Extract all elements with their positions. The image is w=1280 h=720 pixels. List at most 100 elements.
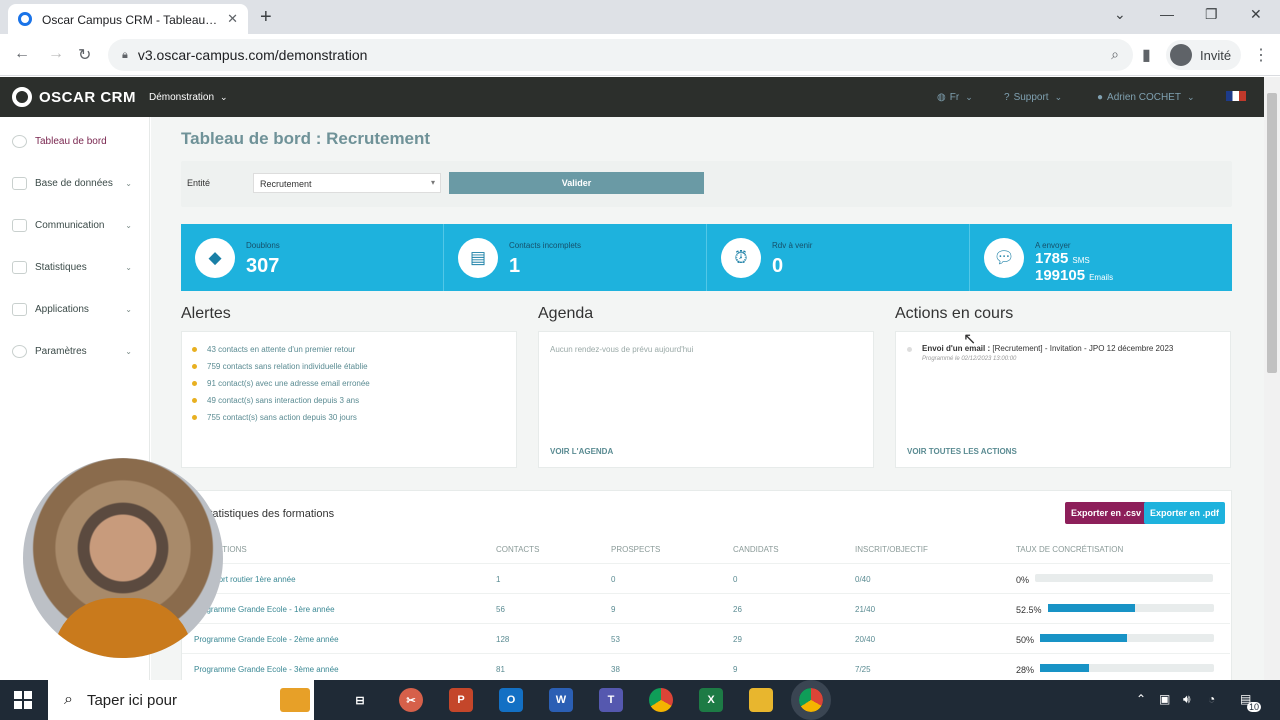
address-bar[interactable]: 🔒︎ v3.oscar-campus.com/demonstration ⌕ (108, 39, 1133, 71)
notification-badge: 10 (1247, 702, 1262, 712)
bullet-icon (192, 347, 197, 352)
sidebar-item-communication[interactable]: Communication ⌄ (12, 219, 140, 232)
teams-icon[interactable]: T (599, 688, 623, 712)
chevron-down-icon: ⌄ (125, 179, 132, 188)
email-count: 199105 Emails (1035, 267, 1114, 284)
table-row[interactable]: Programme Grande Ecole - 2ème année 128 … (182, 623, 1230, 653)
flag-icon[interactable] (1226, 91, 1246, 101)
actions-link[interactable]: VOIR TOUTES LES ACTIONS (907, 447, 1017, 456)
side-panel-icon[interactable]: ▮ (1142, 45, 1151, 65)
alert-item[interactable]: 49 contact(s) sans interaction depuis 3 … (192, 396, 359, 405)
sidebar-item-database[interactable]: Base de données ⌄ (12, 177, 140, 190)
app-header: OSCAR CRM Démonstration ◍ Fr ? Support ●… (0, 77, 1264, 117)
word-icon[interactable]: W (549, 688, 573, 712)
cell-taux: 0% (1016, 575, 1030, 585)
entity-select[interactable]: Recrutement (253, 173, 441, 193)
export-pdf-button[interactable]: Exporter en .pdf (1144, 502, 1226, 524)
restore-icon[interactable]: ❐ (1205, 6, 1218, 23)
url-text[interactable]: v3.oscar-campus.com/demonstration (138, 47, 368, 63)
alert-item[interactable]: 91 contact(s) avec une adresse email err… (192, 379, 370, 388)
stat-doublons[interactable]: ◆ Doublons 307 (181, 224, 444, 291)
task-view-icon[interactable]: ⊟ (348, 688, 372, 712)
browser-toolbar: ← → ↻ 🔒︎ v3.oscar-campus.com/demonstrati… (0, 34, 1280, 76)
page-title: Tableau de bord : Recrutement (181, 129, 431, 148)
language-dropdown[interactable]: ◍ Fr (937, 92, 973, 103)
minimize-icon[interactable]: — (1160, 6, 1174, 22)
close-icon[interactable]: ✕ (227, 11, 238, 27)
chrome-active-icon[interactable] (791, 680, 831, 720)
col-contacts[interactable]: CONTACTS (496, 545, 539, 554)
lock-icon[interactable]: 🔒︎ (122, 49, 128, 62)
powerpoint-icon[interactable]: P (449, 688, 473, 712)
validate-button[interactable]: Valider (449, 172, 704, 194)
sidebar-item-settings[interactable]: Paramètres ⌄ (12, 345, 140, 358)
profile-button[interactable]: Invité (1166, 40, 1242, 70)
chevron-down-icon: ⌄ (125, 305, 132, 314)
sidebar-item-dashboard[interactable]: Tableau de bord (12, 135, 140, 148)
reload-icon[interactable]: ↻ (78, 45, 91, 65)
page-scrollbar[interactable] (1264, 77, 1280, 680)
action-item[interactable]: Envoi d'un email : [Recrutement] - Invit… (907, 344, 1173, 362)
excel-icon[interactable]: X (699, 688, 723, 712)
snipping-tool-icon[interactable]: ✂ (399, 688, 423, 712)
support-dropdown[interactable]: ? Support (1004, 92, 1062, 103)
communication-icon (12, 219, 27, 232)
forward-icon[interactable]: → (48, 45, 64, 63)
tab-search-icon[interactable]: ⌄ (1114, 6, 1126, 23)
file-explorer-icon[interactable] (749, 688, 773, 712)
cell-name[interactable]: Programme Grande Ecole - 1ère année (194, 605, 335, 614)
stat-incomplets[interactable]: ▤ Contacts incomplets 1 (444, 224, 707, 291)
table-row[interactable]: Programme Grande Ecole - 3ème année 81 3… (182, 653, 1230, 680)
meet-now-icon[interactable]: ▣ (1159, 692, 1170, 706)
stat-value: 1 (509, 255, 521, 277)
stat-envoyer[interactable]: 💬︎ A envoyer 1785 SMS 199105 Emails (970, 224, 1232, 291)
chevron-down-icon: ⌄ (125, 263, 132, 272)
alert-item[interactable]: 43 contacts en attente d'un premier reto… (192, 345, 355, 354)
outlook-icon[interactable]: O (499, 688, 523, 712)
progress-fill (1040, 634, 1127, 642)
browser-tab[interactable]: Oscar Campus CRM - Tableau de bord ✕ (8, 4, 248, 34)
col-inscrits[interactable]: INSCRIT/OBJECTIF (855, 545, 928, 554)
scrollbar-thumb[interactable] (1267, 93, 1277, 373)
stat-rdv[interactable]: ⏰︎ Rdv à venir 0 (707, 224, 970, 291)
zoom-icon[interactable]: ⌕ (1111, 46, 1119, 63)
back-icon[interactable]: ← (14, 45, 30, 63)
cell-taux: 52.5% (1016, 605, 1042, 615)
app-logo[interactable]: OSCAR CRM (12, 87, 136, 107)
col-taux[interactable]: TAUX DE CONCRÉTISATION (1016, 545, 1123, 554)
favicon-icon (18, 12, 32, 26)
tray-chevron-icon[interactable]: ⌃ (1136, 692, 1146, 706)
progress-bar (1040, 634, 1214, 642)
table-row[interactable]: Programme Grande Ecole - 1ère année 56 9… (182, 593, 1230, 623)
briefcase-icon[interactable] (280, 688, 310, 712)
cell-name[interactable]: Programme Grande Ecole - 2ème année (194, 635, 339, 644)
cell-taux: 50% (1016, 635, 1035, 645)
wifi-icon[interactable]: ◔ (1208, 692, 1215, 706)
table-row[interactable]: Transport routier 1ère année 1 0 0 0/40 … (182, 563, 1230, 593)
actions-title: Actions en cours (895, 305, 1014, 322)
windows-start-icon[interactable] (14, 691, 32, 709)
taskbar: ⌕ Taper ici pour ⊟ ✂ P O W T X ⌃ ▣ 🔊︎ ◔ … (0, 680, 1280, 720)
taskbar-search[interactable]: ⌕ Taper ici pour (48, 680, 314, 720)
cell-inscrits: 0/40 (855, 575, 871, 584)
user-dropdown[interactable]: ● Adrien COCHET (1097, 92, 1195, 103)
main-content: Tableau de bord : Recrutement Entité Rec… (151, 117, 1264, 680)
volume-icon[interactable]: 🔊︎ (1183, 692, 1191, 707)
alerts-title: Alertes (181, 305, 231, 322)
workspace-dropdown[interactable]: Démonstration (149, 92, 228, 103)
chrome-icon[interactable] (649, 688, 673, 712)
agenda-link[interactable]: VOIR L'AGENDA (550, 447, 613, 456)
alert-item[interactable]: 759 contacts sans relation individuelle … (192, 362, 368, 371)
chevron-down-icon: ⌄ (125, 347, 132, 356)
sidebar-item-applications[interactable]: Applications ⌄ (12, 303, 140, 316)
menu-icon[interactable]: ⋮ (1253, 45, 1269, 65)
col-candidats[interactable]: CANDIDATS (733, 545, 779, 554)
cell-name[interactable]: Programme Grande Ecole - 3ème année (194, 665, 339, 674)
export-csv-button[interactable]: Exporter en .csv (1065, 502, 1148, 524)
col-prospects[interactable]: PROSPECTS (611, 545, 660, 554)
new-tab-icon[interactable]: + (260, 6, 272, 29)
dashboard-icon (12, 135, 27, 148)
alert-item[interactable]: 755 contact(s) sans action depuis 30 jou… (192, 413, 357, 422)
sidebar-item-statistics[interactable]: Statistiques ⌄ (12, 261, 140, 274)
window-close-icon[interactable]: ✕ (1250, 6, 1262, 23)
